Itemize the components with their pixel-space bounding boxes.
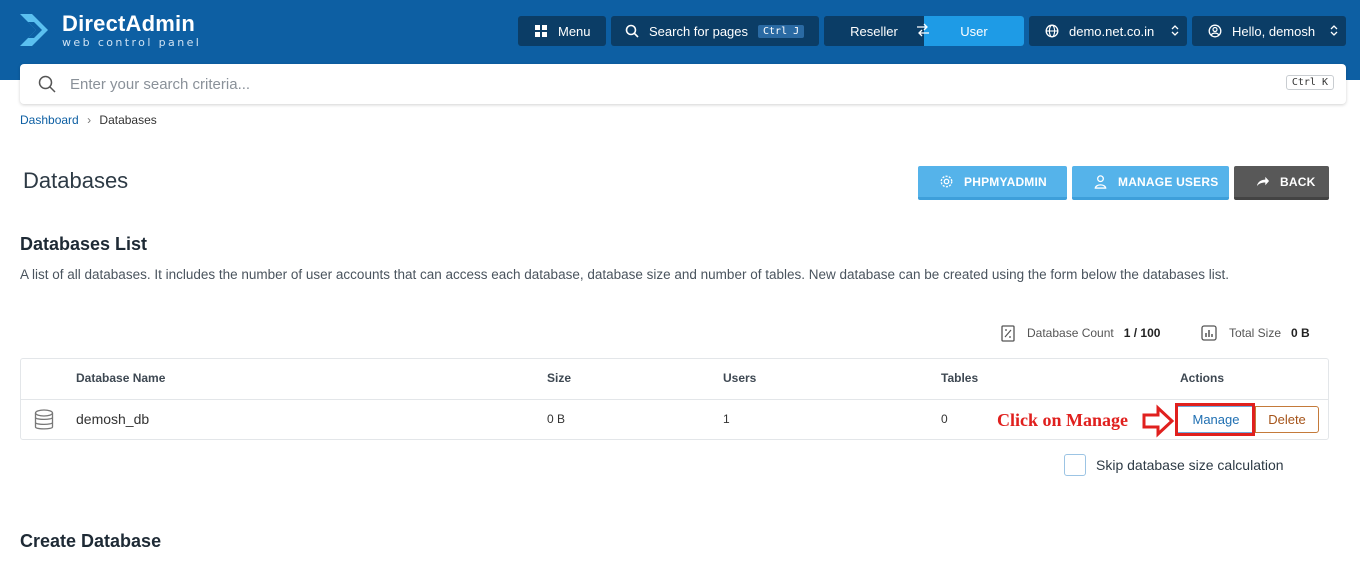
- skip-size-checkbox[interactable]: [1064, 454, 1086, 476]
- back-button[interactable]: BACK: [1234, 166, 1329, 200]
- menu-label: Menu: [558, 23, 591, 39]
- app-name: DirectAdmin: [62, 10, 195, 36]
- phpmyadmin-label: PHPMYADMIN: [964, 174, 1047, 189]
- table-row: demosh_db 0 B 1 0 Manage Delete: [21, 399, 1328, 439]
- annotation-text: Click on Manage: [997, 410, 1129, 430]
- database-count-stat: Database Count 1 / 100: [1001, 324, 1160, 342]
- total-size-label: Total Size: [1229, 326, 1282, 340]
- back-label: BACK: [1280, 174, 1316, 189]
- shortcut-badge: Ctrl K: [1285, 75, 1334, 90]
- database-name: demosh_db: [76, 411, 150, 427]
- search-icon: [38, 75, 56, 93]
- total-size-stat: Total Size 0 B: [1201, 324, 1310, 342]
- databases-list-title: Databases List: [20, 234, 148, 254]
- role-switcher[interactable]: Reseller User: [824, 16, 1024, 46]
- manage-users-button[interactable]: MANAGE USERS: [1072, 166, 1229, 200]
- manage-users-label: MANAGE USERS: [1118, 174, 1219, 189]
- role-reseller-label: Reseller: [850, 23, 898, 39]
- database-count-value: 1 / 100: [1123, 326, 1161, 340]
- user-menu[interactable]: Hello, demosh: [1192, 16, 1346, 46]
- column-header-size[interactable]: Size: [547, 371, 571, 385]
- greeting-label: Hello, demosh: [1232, 23, 1316, 39]
- databases-list-description: A list of all databases. It includes the…: [20, 267, 1229, 282]
- menu-button[interactable]: Menu: [518, 16, 606, 46]
- user-icon: [1092, 174, 1108, 190]
- shortcut-badge: Ctrl J: [758, 24, 805, 38]
- grid-icon: [534, 24, 548, 38]
- page-search-label: Search for pages: [649, 23, 749, 39]
- domain-label: demo.net.co.in: [1069, 23, 1155, 39]
- globe-icon: [1045, 24, 1059, 38]
- database-icon: [34, 409, 54, 435]
- total-size-value: 0 B: [1291, 326, 1310, 340]
- swap-icon: [916, 23, 930, 40]
- database-tables: 0: [941, 412, 948, 426]
- databases-table: Database Name Size Users Tables Actions …: [20, 358, 1329, 440]
- database-size: 0 B: [547, 412, 566, 426]
- chevron-updown-icon: [1330, 24, 1338, 40]
- user-icon: [1208, 24, 1222, 38]
- role-reseller[interactable]: Reseller: [824, 16, 924, 46]
- database-users: 1: [723, 412, 730, 426]
- domain-selector[interactable]: demo.net.co.in: [1029, 16, 1187, 46]
- breadcrumb-separator: ›: [87, 113, 92, 127]
- gear-icon: [938, 174, 954, 190]
- share-arrow-icon: [1254, 174, 1270, 190]
- page-search-button[interactable]: Search for pages Ctrl J: [611, 16, 819, 46]
- skip-size-calculation[interactable]: Skip database size calculation: [1064, 454, 1284, 476]
- breadcrumb-current: Databases: [99, 113, 157, 127]
- role-user[interactable]: User: [924, 16, 1024, 46]
- search-placeholder: Enter your search criteria...: [70, 75, 251, 93]
- database-count-label: Database Count: [1027, 326, 1114, 340]
- document-icon: [1001, 324, 1015, 342]
- app-tagline: web control panel: [62, 35, 202, 49]
- page-title: Databases: [23, 168, 129, 193]
- skip-size-label: Skip database size calculation: [1096, 457, 1284, 473]
- phpmyadmin-button[interactable]: PHPMYADMIN: [918, 166, 1067, 200]
- bar-chart-icon: [1201, 325, 1217, 341]
- breadcrumb-dashboard[interactable]: Dashboard: [20, 113, 79, 127]
- column-header-name[interactable]: Database Name: [76, 371, 165, 385]
- app-logo[interactable]: DirectAdmin web control panel: [18, 10, 201, 50]
- column-header-actions: Actions: [1180, 371, 1225, 385]
- logo-icon: [20, 14, 48, 46]
- column-header-users[interactable]: Users: [723, 371, 756, 385]
- breadcrumb: Dashboard › Databases: [20, 113, 157, 127]
- role-user-label: User: [960, 23, 988, 39]
- chevron-updown-icon: [1171, 24, 1179, 40]
- global-search-input[interactable]: Enter your search criteria... Ctrl K: [20, 64, 1346, 104]
- column-header-tables[interactable]: Tables: [941, 371, 978, 385]
- search-icon: [625, 24, 639, 38]
- create-database-title: Create Database: [20, 531, 162, 551]
- annotation-arrow-icon: [1142, 404, 1175, 438]
- manage-highlight-box: [1175, 403, 1255, 436]
- delete-button[interactable]: Delete: [1255, 406, 1319, 433]
